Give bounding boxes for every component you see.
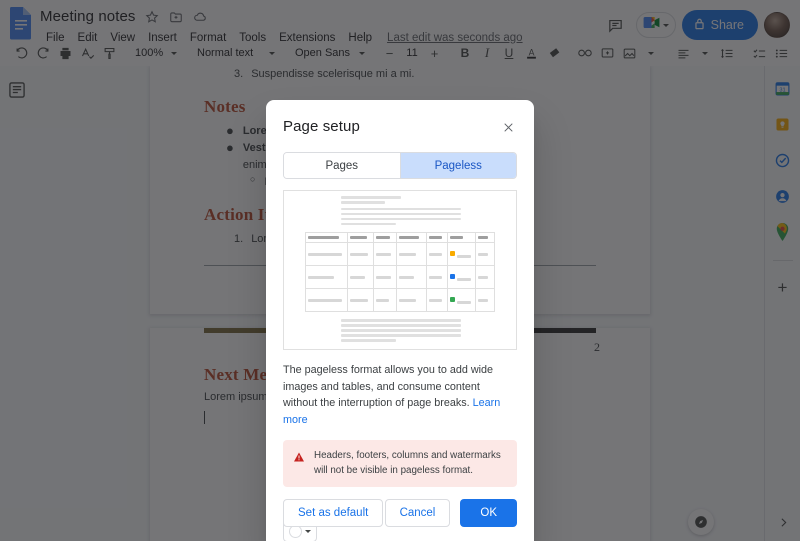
chevron-down-icon [305, 529, 311, 533]
pageless-preview [283, 190, 517, 350]
description-text: The pageless format allows you to add wi… [283, 364, 494, 410]
format-tabs: Pages Pageless [283, 152, 517, 179]
dialog-title: Page setup [283, 118, 360, 135]
screen-root: Meeting notes File Edit View Insert [0, 0, 800, 541]
tab-pages[interactable]: Pages [284, 153, 400, 178]
warning-triangle-icon [293, 450, 305, 468]
set-as-default-button[interactable]: Set as default [283, 499, 384, 527]
preview-illustration [305, 196, 495, 344]
pageless-description: The pageless format allows you to add wi… [283, 362, 517, 429]
pageless-warning: Headers, footers, columns and watermarks… [283, 439, 517, 488]
tab-pageless[interactable]: Pageless [400, 153, 516, 178]
dialog-header: Page setup [283, 100, 517, 136]
dialog-actions: Set as default Cancel OK [283, 499, 517, 527]
cancel-button[interactable]: Cancel [384, 499, 451, 527]
page-setup-dialog: Page setup Pages Pageless The pageless f… [266, 100, 534, 541]
close-icon[interactable] [499, 118, 517, 136]
ok-button[interactable]: OK [460, 499, 517, 527]
preview-table [305, 232, 495, 312]
warning-text: Headers, footers, columns and watermarks… [314, 449, 501, 476]
